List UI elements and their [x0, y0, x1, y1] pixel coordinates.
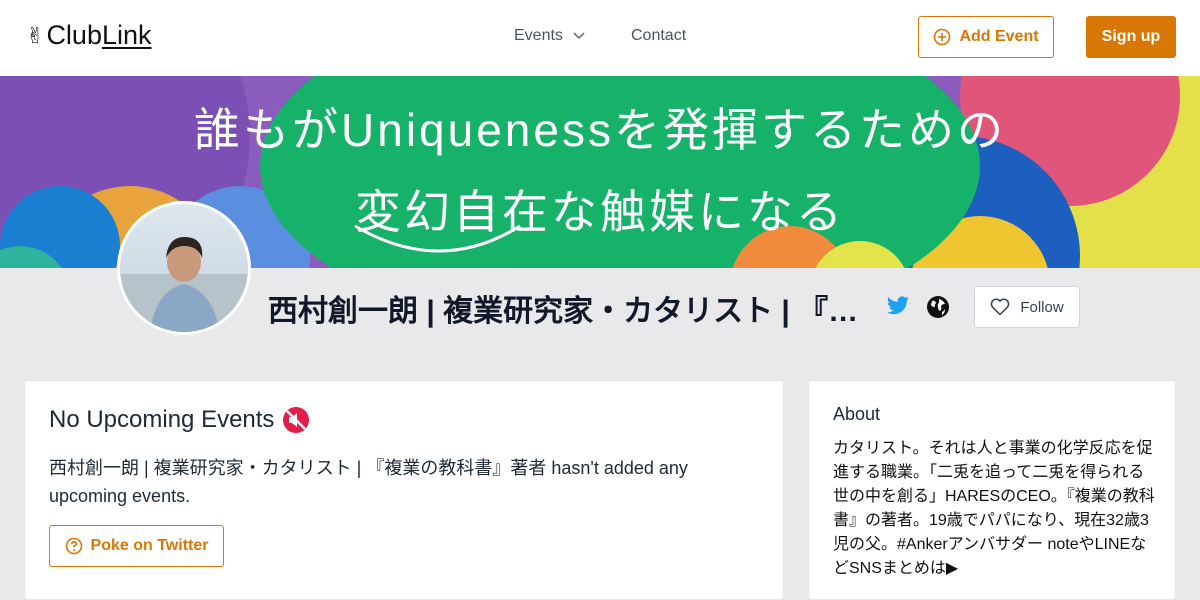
plus-circle-icon — [934, 28, 951, 46]
poke-on-twitter-button[interactable]: Poke on Twitter — [49, 525, 224, 567]
about-card: About カタリスト。それは人と事業の化学反応を促進する職業。「二兎を追って二… — [808, 380, 1176, 600]
sign-up-button[interactable]: Sign up — [1086, 16, 1176, 58]
poke-on-twitter-label: Poke on Twitter — [90, 537, 209, 554]
logo-text-club: Club — [46, 20, 102, 50]
about-card-title: About — [833, 404, 881, 424]
avatar-photo — [120, 236, 248, 332]
events-card-title-text: No Upcoming Events — [49, 406, 275, 433]
follow-button[interactable]: Follow — [974, 286, 1080, 328]
clublink-logo[interactable]: ✌ Club Link — [26, 20, 152, 51]
about-card-text: カタリスト。それは人と事業の化学反応を促進する職業。「二兎を追って二兎を得られる… — [833, 440, 1155, 577]
victory-hand-icon: ✌ — [26, 22, 45, 48]
twitter-icon[interactable] — [886, 296, 910, 316]
profile-avatar — [117, 201, 251, 335]
muted-speaker-icon — [283, 407, 310, 433]
chevron-down-icon — [573, 32, 585, 40]
profile-name: 西村創一朗 | 複業研究家・カタリスト | 『複業の教科書』著者 — [268, 295, 864, 328]
banner-tagline-line1: 誰もがUniquenessを発揮するための — [194, 104, 1006, 156]
nav-events-dropdown[interactable]: Events — [514, 27, 585, 45]
top-navbar: ✌ Club Link Events Contact Add Event Sign… — [0, 0, 1200, 76]
nav-contact-link[interactable]: Contact — [631, 27, 686, 45]
add-event-label: Add Event — [959, 28, 1039, 45]
events-card-title: No Upcoming Events — [49, 406, 310, 434]
events-card-description: 西村創一朗 | 複業研究家・カタリスト | 『複業の教科書』著者 hasn't … — [49, 458, 688, 506]
upcoming-events-card: No Upcoming Events 西村創一朗 | 複業研究家・カタリスト |… — [24, 380, 784, 600]
add-event-button[interactable]: Add Event — [918, 16, 1054, 58]
follow-label: Follow — [1020, 298, 1064, 316]
question-circle-icon — [65, 537, 82, 555]
nav-events-label: Events — [514, 27, 563, 44]
logo-text-link: Link — [101, 20, 152, 50]
globe-icon[interactable] — [926, 295, 950, 319]
heart-icon — [991, 298, 1010, 316]
